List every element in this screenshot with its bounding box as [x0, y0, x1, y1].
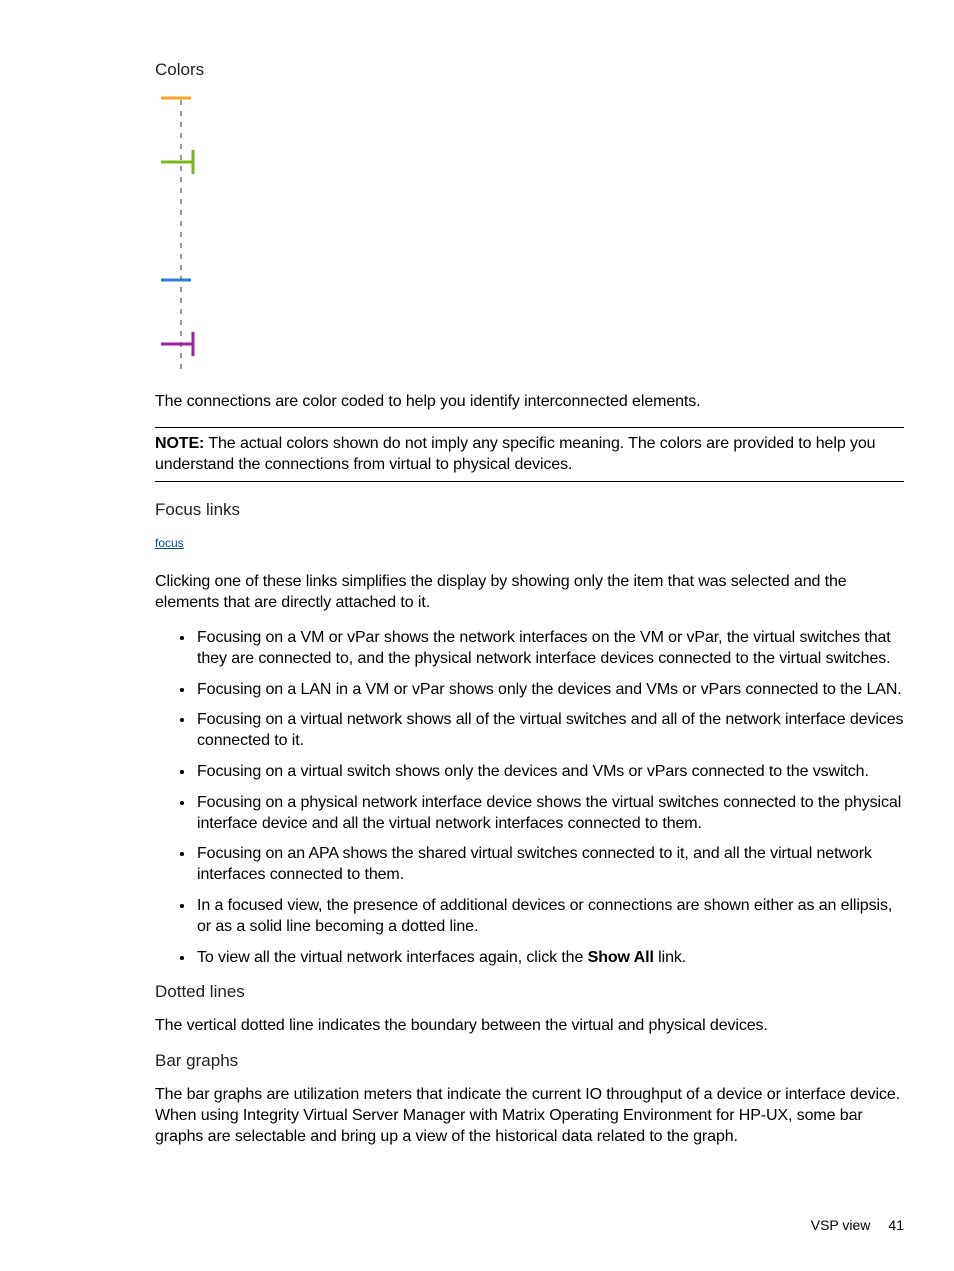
document-page: Colors The connections are color coded t…: [0, 0, 954, 1271]
show-all-label: Show All: [588, 949, 654, 966]
list-item: Focusing on a virtual switch shows only …: [195, 762, 904, 783]
list-item: Focusing on a physical network interface…: [195, 793, 904, 835]
footer-page-number: 41: [888, 1217, 904, 1233]
focus-bullet-list: Focusing on a VM or vPar shows the netwo…: [155, 628, 904, 968]
note-text: The actual colors shown do not imply any…: [155, 435, 875, 473]
list-item: Focusing on an APA shows the shared virt…: [195, 844, 904, 886]
list-item-suffix: link.: [654, 949, 686, 966]
colors-diagram: [155, 94, 904, 392]
footer-section-label: VSP view: [811, 1217, 871, 1233]
list-item: Focusing on a VM or vPar shows the netwo…: [195, 628, 904, 670]
dotted-lines-paragraph: The vertical dotted line indicates the b…: [155, 1016, 904, 1037]
bar-graphs-paragraph: The bar graphs are utilization meters th…: [155, 1085, 904, 1147]
list-item: In a focused view, the presence of addit…: [195, 896, 904, 938]
connection-color-diagram-icon: [155, 94, 215, 374]
list-item: Focusing on a virtual network shows all …: [195, 710, 904, 752]
note-label: NOTE:: [155, 435, 204, 452]
note-box: NOTE: The actual colors shown do not imp…: [155, 427, 904, 483]
heading-colors: Colors: [155, 60, 904, 80]
heading-dotted-lines: Dotted lines: [155, 982, 904, 1002]
heading-focus-links: Focus links: [155, 500, 904, 520]
focus-intro-paragraph: Clicking one of these links simplifies t…: [155, 572, 904, 614]
colors-paragraph: The connections are color coded to help …: [155, 392, 904, 413]
list-item: To view all the virtual network interfac…: [195, 948, 904, 969]
list-item: Focusing on a LAN in a VM or vPar shows …: [195, 680, 904, 701]
focus-link[interactable]: focus: [155, 536, 184, 550]
list-item-prefix: To view all the virtual network interfac…: [197, 949, 588, 966]
heading-bar-graphs: Bar graphs: [155, 1051, 904, 1071]
page-footer: VSP view 41: [811, 1217, 904, 1233]
